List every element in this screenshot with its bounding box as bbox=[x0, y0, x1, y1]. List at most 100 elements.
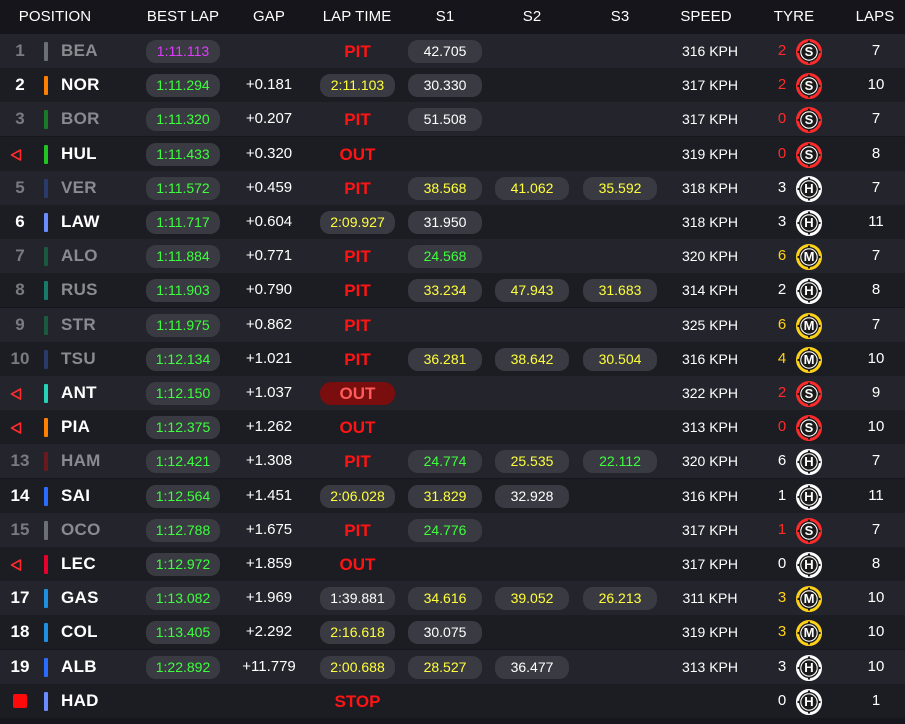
best-lap-time: 1:11.433 bbox=[146, 142, 220, 166]
tyre-age: 4 bbox=[777, 349, 787, 367]
table-row[interactable]: ANT 1:12.150 +1.037 OUT 322 KPH 2 S 9 bbox=[0, 376, 905, 410]
lap-time: 2:09.927 bbox=[320, 211, 395, 234]
sector-s2: 47.943 bbox=[495, 279, 569, 303]
status-out: OUT bbox=[320, 382, 395, 405]
driver-code[interactable]: HAD bbox=[61, 684, 121, 718]
team-color-bar bbox=[44, 144, 48, 164]
driver-code[interactable]: TSU bbox=[61, 342, 121, 376]
best-lap-time: 1:13.405 bbox=[146, 621, 220, 645]
driver-code[interactable]: GAS bbox=[61, 581, 121, 615]
best-lap-time: 1:12.421 bbox=[146, 450, 220, 474]
driver-code[interactable]: RUS bbox=[61, 273, 121, 307]
driver-code[interactable]: ALO bbox=[61, 239, 121, 273]
driver-code[interactable]: SAI bbox=[61, 479, 121, 513]
tyre-medium-icon: M bbox=[796, 586, 822, 613]
driver-code[interactable]: ALB bbox=[61, 650, 121, 684]
table-row[interactable]: HAD STOP 0 H 1 bbox=[0, 683, 905, 718]
driver-code[interactable]: OCO bbox=[61, 513, 121, 547]
team-color-bar bbox=[44, 76, 48, 96]
position-number: 6 bbox=[15, 212, 25, 231]
tyre-compound-letter: S bbox=[804, 420, 814, 436]
laps-count: 7 bbox=[871, 178, 881, 196]
header-tyre[interactable]: TYRE bbox=[766, 0, 822, 34]
driver-code[interactable]: STR bbox=[61, 308, 121, 342]
header-best-lap[interactable]: BEST LAP bbox=[140, 0, 226, 34]
driver-code[interactable]: LAW bbox=[61, 205, 121, 239]
position-number: 5 bbox=[15, 177, 25, 197]
table-row[interactable]: 15 OCO 1:12.788 +1.675 PIT 24.776 317 KPH 1 S 7 bbox=[0, 512, 905, 547]
table-row[interactable]: 3 BOR 1:11.320 +0.207 PIT 51.508 317 KPH 0 S 7 bbox=[0, 102, 905, 137]
team-color-bar bbox=[44, 178, 48, 198]
sector-s1: 36.281 bbox=[408, 347, 482, 371]
table-row[interactable]: 18 COL 1:13.405 +2.292 2:16.618 30.075 319 KPH… bbox=[0, 615, 905, 650]
table-row[interactable]: HUL 1:11.433 +0.320 OUT 319 KPH 0 S 8 bbox=[0, 136, 905, 171]
tyre-compound-letter: M bbox=[803, 625, 815, 641]
status-pit: PIT bbox=[344, 349, 371, 369]
driver-code[interactable]: BOR bbox=[61, 102, 121, 136]
status-pit: PIT bbox=[344, 281, 371, 301]
laps-count: 8 bbox=[871, 281, 881, 299]
table-row[interactable]: PIA 1:12.375 +1.262 OUT 313 KPH 0 S 10 bbox=[0, 410, 905, 445]
table-row[interactable]: 6 LAW 1:11.717 +0.604 2:09.927 31.950 318 KPH 3… bbox=[0, 205, 905, 239]
header-speed[interactable]: SPEED bbox=[670, 0, 742, 34]
sector-s1: 24.568 bbox=[408, 245, 482, 269]
driver-code[interactable]: LEC bbox=[61, 547, 121, 581]
tyre-hard-icon: H bbox=[796, 654, 822, 681]
lap-time: 1:39.881 bbox=[320, 587, 395, 611]
tyre-hard-icon: H bbox=[796, 552, 822, 578]
driver-code[interactable]: ANT bbox=[61, 376, 121, 410]
tyre-compound-letter: S bbox=[804, 78, 814, 94]
gap-value: +0.207 bbox=[245, 110, 293, 128]
tyre-medium-icon: M bbox=[796, 244, 822, 271]
header-s3[interactable]: S3 bbox=[595, 0, 645, 34]
speed-value: 316 KPH bbox=[681, 350, 739, 367]
best-lap-time: 1:11.884 bbox=[146, 245, 220, 269]
table-row[interactable]: 7 ALO 1:11.884 +0.771 PIT 24.568 320 KPH 6 M 7 bbox=[0, 239, 905, 274]
speed-value: 319 KPH bbox=[681, 145, 739, 162]
retired-flag-icon bbox=[10, 387, 22, 405]
driver-code[interactable]: VER bbox=[61, 171, 121, 205]
speed-value: 317 KPH bbox=[681, 77, 739, 94]
driver-code[interactable]: HUL bbox=[61, 137, 121, 171]
driver-code[interactable]: HAM bbox=[61, 444, 121, 478]
laps-count: 10 bbox=[867, 623, 885, 641]
driver-code[interactable]: NOR bbox=[61, 68, 121, 102]
speed-value: 319 KPH bbox=[681, 624, 739, 641]
table-row[interactable]: 2 NOR 1:11.294 +0.181 2:11.103 30.330 317 KPH 2… bbox=[0, 68, 905, 103]
team-color-bar bbox=[44, 349, 48, 369]
header-position[interactable]: POSITION bbox=[0, 0, 110, 34]
table-row[interactable]: 10 TSU 1:12.134 +1.021 PIT 36.281 38.642 30.504… bbox=[0, 341, 905, 376]
position-number: 1 bbox=[15, 41, 25, 60]
status-pit: PIT bbox=[344, 110, 371, 130]
gap-value: +1.859 bbox=[245, 555, 293, 572]
team-color-bar bbox=[44, 486, 48, 506]
tyre-age: 3 bbox=[777, 178, 787, 196]
header-gap[interactable]: GAP bbox=[238, 0, 300, 34]
tyre-compound-letter: H bbox=[804, 488, 814, 504]
table-row[interactable]: 13 HAM 1:12.421 +1.308 PIT 24.774 25.535 22.112… bbox=[0, 444, 905, 479]
table-row[interactable]: 9 STR 1:11.975 +0.862 PIT 325 KPH 6 M 7 bbox=[0, 307, 905, 342]
driver-code[interactable]: PIA bbox=[61, 410, 121, 444]
speed-value: 317 KPH bbox=[681, 556, 739, 572]
table-row[interactable]: 17 GAS 1:13.082 +1.969 1:39.881 34.616 39.052 2… bbox=[0, 581, 905, 616]
table-row[interactable]: 5 VER 1:11.572 +0.459 PIT 38.568 41.062 35.592 3… bbox=[0, 170, 905, 205]
table-row[interactable]: LEC 1:12.972 +1.859 OUT 317 KPH 0 H 8 bbox=[0, 547, 905, 581]
header-lap-time[interactable]: LAP TIME bbox=[312, 0, 402, 34]
best-lap-time: 1:11.320 bbox=[146, 108, 220, 132]
team-color-bar bbox=[44, 213, 48, 232]
sector-s2: 38.642 bbox=[495, 347, 569, 371]
table-row[interactable]: 14 SAI 1:12.564 +1.451 2:06.028 31.829 32.928 3… bbox=[0, 478, 905, 513]
table-row[interactable]: 1 BEA 1:11.113 PIT 42.705 316 KPH 2 S 7 bbox=[0, 34, 905, 68]
table-row[interactable]: 19 ALB 1:22.892 +11.779 2:00.688 28.527 36.477… bbox=[0, 649, 905, 684]
driver-code[interactable]: BEA bbox=[61, 34, 121, 68]
driver-code[interactable]: COL bbox=[61, 615, 121, 649]
table-row[interactable]: 8 RUS 1:11.903 +0.790 PIT 33.234 47.943 31.683 3… bbox=[0, 273, 905, 308]
header-s1[interactable]: S1 bbox=[420, 0, 470, 34]
tyre-hard-icon: H bbox=[796, 449, 822, 476]
tyre-soft-icon: S bbox=[796, 39, 822, 65]
header-laps[interactable]: LAPS bbox=[848, 0, 902, 34]
tyre-age: 0 bbox=[777, 691, 787, 709]
header-s2[interactable]: S2 bbox=[507, 0, 557, 34]
laps-count: 11 bbox=[868, 486, 884, 504]
status-pit: PIT bbox=[344, 42, 371, 61]
